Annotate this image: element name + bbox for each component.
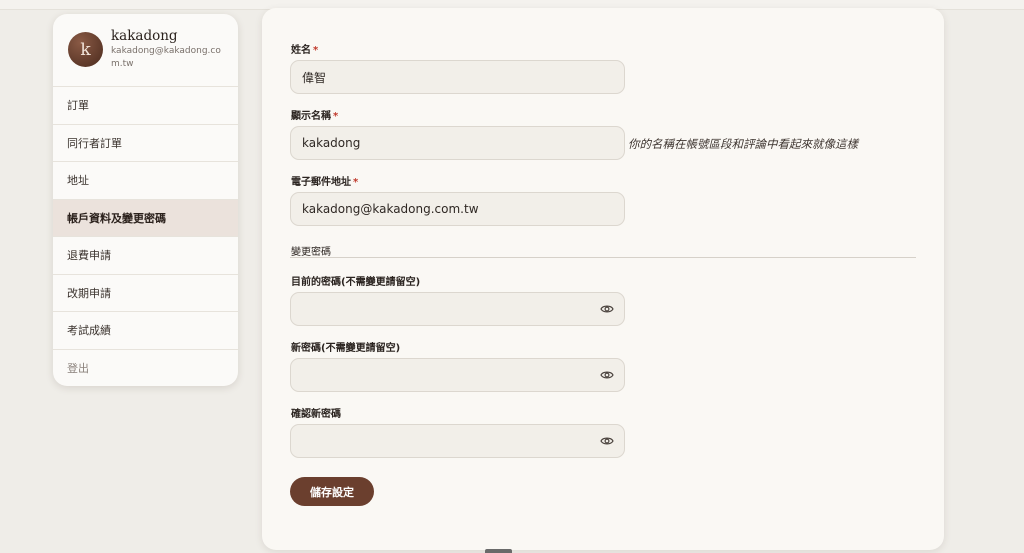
sidebar-item-label: 訂單 <box>67 99 89 113</box>
avatar: k <box>68 32 103 67</box>
display-name-input[interactable]: kakadong <box>290 126 625 160</box>
change-password-section-title: 變更密碼 <box>291 247 331 258</box>
current-password-label: 目前的密碼(不需變更請留空) <box>291 277 421 288</box>
sidebar-item-label: 帳戶資料及變更密碼 <box>67 211 166 225</box>
save-button[interactable]: 儲存設定 <box>290 477 374 506</box>
profile-header: k kakadong kakadong@kakadong.com.tw <box>53 14 238 87</box>
sidebar-item-exam-scores[interactable]: 考試成績 <box>53 312 238 350</box>
eye-icon[interactable] <box>600 370 614 380</box>
display-name-hint: 你的名稱在帳號區段和評論中看起來就像這樣 <box>628 137 858 151</box>
sidebar-item-label: 同行者訂單 <box>67 136 122 150</box>
required-mark: * <box>313 45 319 56</box>
eye-icon[interactable] <box>600 436 614 446</box>
sidebar-item-refund-request[interactable]: 退費申請 <box>53 237 238 275</box>
sidebar-item-account-details[interactable]: 帳戶資料及變更密碼 <box>53 199 238 237</box>
sidebar-item-orders[interactable]: 訂單 <box>53 87 238 125</box>
required-mark: * <box>333 111 339 122</box>
new-password-label: 新密碼(不需變更請留空) <box>291 343 401 354</box>
sidebar-item-label: 改期申請 <box>67 286 111 300</box>
required-mark: * <box>353 177 359 188</box>
sidebar-item-reschedule-request[interactable]: 改期申請 <box>53 275 238 312</box>
display-name-label: 顯示名稱 * <box>291 111 339 122</box>
sidebar-item-logout[interactable]: 登出 <box>53 350 238 387</box>
email-label: 電子郵件地址 * <box>291 177 359 188</box>
profile-email: kakadong@kakadong.com.tw <box>111 46 221 69</box>
sidebar-item-addresses[interactable]: 地址 <box>53 162 238 200</box>
account-sidebar: k kakadong kakadong@kakadong.com.tw 訂單 同… <box>53 14 238 386</box>
confirm-password-input[interactable] <box>290 424 625 458</box>
sidebar-item-label: 登出 <box>67 362 89 376</box>
first-name-label: 姓名 * <box>291 45 319 56</box>
confirm-password-label: 確認新密碼 <box>291 409 341 420</box>
scroll-indicator <box>485 549 512 553</box>
eye-icon[interactable] <box>600 304 614 314</box>
current-password-input[interactable] <box>290 292 625 326</box>
account-form-card: 姓名 * 偉智 顯示名稱 * kakadong 你的名稱在帳號區段和評論中看起來就像… <box>262 8 944 550</box>
sidebar-item-label: 地址 <box>67 174 89 188</box>
section-divider <box>290 257 916 258</box>
new-password-input[interactable] <box>290 358 625 392</box>
sidebar-item-label: 考試成績 <box>67 324 111 338</box>
profile-name: kakadong <box>111 28 178 44</box>
sidebar-item-companion-orders[interactable]: 同行者訂單 <box>53 125 238 162</box>
email-field[interactable]: kakadong@kakadong.com.tw <box>290 192 625 226</box>
first-name-input[interactable]: 偉智 <box>290 60 625 94</box>
sidebar-item-label: 退費申請 <box>67 249 111 263</box>
